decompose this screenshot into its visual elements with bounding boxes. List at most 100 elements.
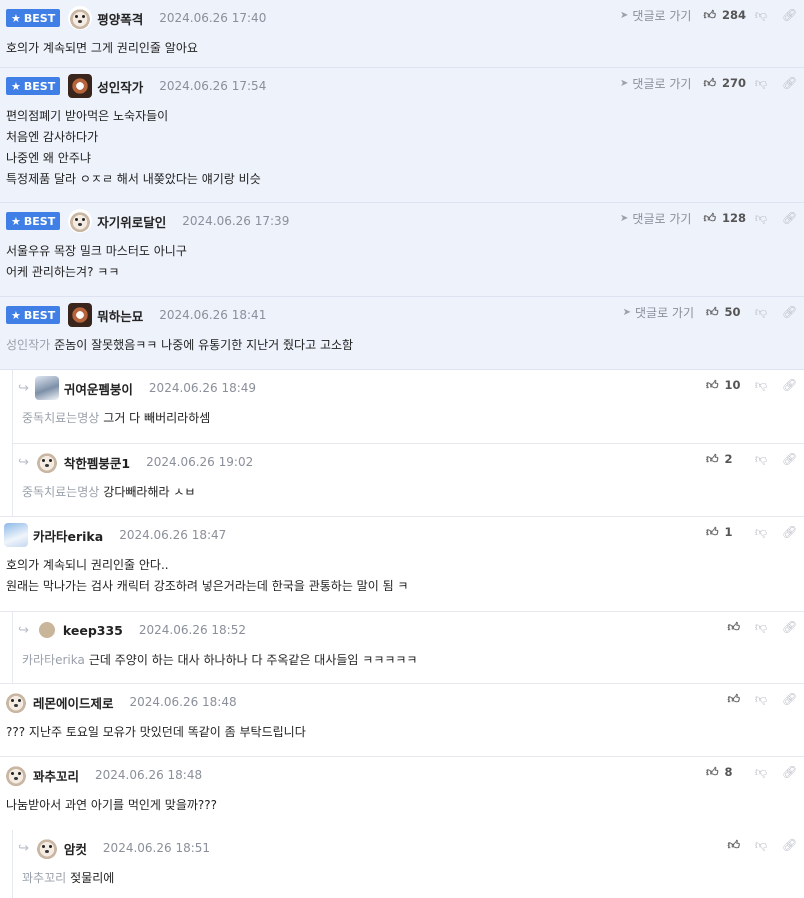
mention-link[interactable]: 중독치료는명상 — [22, 411, 99, 425]
comment-body: 호의가 계속되니 권리인줄 안다.. 원래는 막나가는 검사 캐릭터 강조하려 … — [6, 558, 409, 593]
nickname[interactable]: 꽈추꼬리 — [33, 766, 79, 785]
avatar[interactable] — [4, 690, 28, 714]
nickname[interactable]: 평양폭격 — [97, 9, 143, 28]
comment-body: 나눔받아서 과연 아기를 먹인게 맞을까??? — [6, 798, 218, 812]
share-link-icon[interactable]: 🔗︎ — [782, 620, 797, 634]
share-link-icon[interactable]: 🔗︎ — [782, 525, 797, 539]
mention-link[interactable]: 꽈추꼬리 — [22, 871, 66, 885]
like-button[interactable]: 👍︎ — [727, 620, 746, 635]
avatar[interactable] — [68, 74, 93, 98]
goto-comment-link[interactable]: ➤ 댓글로 가기 — [620, 210, 691, 227]
share-link-icon[interactable]: 🔗︎ — [782, 211, 797, 225]
comment-item: ★ BEST 성인작가 2024.06.26 17:54 ➤ 댓글로 가기 👍︎ 27… — [0, 68, 804, 203]
star-icon: ★ — [11, 308, 21, 322]
like-count: 50 — [724, 305, 741, 319]
thumbs-down-icon[interactable]: 👎︎ — [752, 76, 770, 91]
share-link-icon[interactable]: 🔗︎ — [782, 452, 797, 466]
star-icon: ★ — [11, 79, 21, 93]
like-button[interactable]: 👍︎ 10 — [706, 378, 746, 393]
like-button[interactable]: 👍︎ — [727, 692, 746, 707]
share-link-icon[interactable]: 🔗︎ — [782, 76, 797, 90]
comment-item: 레몬에이드제로 2024.06.26 18:48 👍︎ 👎︎ 🔗︎ ??? 지난… — [0, 684, 804, 757]
share-link-icon[interactable]: 🔗︎ — [782, 305, 797, 319]
comment-body: 성인작가 준놈이 잘못했음ㅋㅋ 나중에 유통기한 지난거 줬다고 고소함 — [6, 338, 354, 352]
thumbs-down-icon[interactable]: 👎︎ — [752, 765, 770, 780]
thumbs-down-icon[interactable]: 👎︎ — [752, 620, 770, 635]
best-badge: ★ BEST — [6, 306, 61, 324]
share-link-icon[interactable]: 🔗︎ — [782, 765, 797, 779]
like-button[interactable]: 👍︎ 8 — [706, 765, 746, 780]
comment-date: 2024.06.26 18:47 — [119, 528, 227, 542]
thumbs-up-icon: 👍︎ — [703, 7, 716, 22]
navigation-arrow-icon: ➤ — [620, 9, 629, 21]
like-count: 8 — [724, 765, 733, 779]
thumbs-down-icon[interactable]: 👎︎ — [752, 211, 770, 226]
comment-item: ★ BEST 자기위로달인 2024.06.26 17:39 ➤ 댓글로 가기 👍︎… — [0, 203, 804, 297]
avatar[interactable] — [34, 376, 59, 400]
comment-item: 꽈추꼬리 2024.06.26 18:48 👍︎ 8 👎︎ 🔗︎ 나눔받아서 과연… — [0, 757, 804, 830]
thumbs-up-icon: 👍︎ — [706, 524, 719, 539]
comment-date: 2024.06.26 17:54 — [159, 79, 267, 93]
thumbs-up-icon: 👍︎ — [703, 210, 716, 225]
avatar[interactable] — [4, 523, 28, 547]
nickname[interactable]: 착한펨붕쿤1 — [64, 453, 130, 472]
like-button[interactable]: 👍︎ 270 — [703, 76, 746, 91]
thumbs-down-icon[interactable]: 👎︎ — [752, 378, 770, 393]
like-count: 10 — [724, 378, 741, 392]
share-link-icon[interactable]: 🔗︎ — [782, 838, 797, 852]
thumbs-down-icon[interactable]: 👎︎ — [752, 305, 770, 320]
comment-date: 2024.06.26 18:52 — [138, 623, 246, 637]
like-button[interactable]: 👍︎ 1 — [706, 525, 746, 540]
like-button[interactable]: 👍︎ 50 — [706, 305, 746, 320]
avatar[interactable] — [34, 450, 59, 474]
comment-date: 2024.06.26 18:49 — [148, 381, 257, 395]
comment-body: 서울우유 목장 밀크 마스터도 아니구 어케 관리하는겨? ㅋㅋ — [6, 244, 187, 279]
nickname[interactable]: 뭐하는묘 — [97, 306, 143, 325]
avatar[interactable] — [38, 622, 55, 638]
share-link-icon[interactable]: 🔗︎ — [782, 8, 797, 22]
best-badge: ★ BEST — [6, 212, 61, 230]
thumbs-down-icon[interactable]: 👎︎ — [752, 8, 770, 23]
comment-date: 2024.06.26 18:48 — [95, 768, 203, 782]
navigation-arrow-icon: ➤ — [620, 77, 629, 89]
nickname[interactable]: 귀여운펨붕이 — [64, 379, 133, 398]
navigation-arrow-icon: ➤ — [620, 212, 629, 224]
nickname[interactable]: 레몬에이드제로 — [33, 693, 114, 712]
comment-body: 중독치료는명상 그거 다 빼버리라하셈 — [22, 411, 211, 425]
share-link-icon[interactable]: 🔗︎ — [782, 692, 797, 706]
thumbs-down-icon[interactable]: 👎︎ — [752, 525, 770, 540]
comment-body: 카라타erika 근데 주양이 하는 대사 하나하나 다 주옥같은 대사들임 ㅋㅋ… — [22, 653, 418, 667]
comment-date: 2024.06.26 17:40 — [159, 11, 267, 25]
thumbs-down-icon[interactable]: 👎︎ — [752, 692, 770, 707]
nickname[interactable]: 암컷 — [64, 839, 87, 858]
goto-comment-link[interactable]: ➤ 댓글로 가기 — [620, 7, 691, 24]
comment-item: 카라타erika 2024.06.26 18:47 👍︎ 1 👎︎ 🔗︎ 호의가 … — [0, 517, 804, 612]
best-badge: ★ BEST — [6, 9, 61, 27]
share-link-icon[interactable]: 🔗︎ — [782, 378, 797, 392]
comment-date: 2024.06.26 19:02 — [146, 455, 254, 469]
nickname[interactable]: keep335 — [63, 623, 123, 638]
mention-link[interactable]: 중독치료는명상 — [22, 485, 99, 499]
like-button[interactable]: 👍︎ 284 — [703, 8, 746, 23]
nickname[interactable]: 카라타erika — [33, 526, 103, 545]
thumbs-down-icon[interactable]: 👎︎ — [752, 452, 770, 467]
mention-link[interactable]: 카라타erika — [22, 653, 85, 667]
avatar[interactable] — [34, 836, 59, 860]
like-button[interactable]: 👍︎ 128 — [703, 211, 746, 226]
avatar[interactable] — [68, 209, 93, 233]
avatar[interactable] — [68, 6, 93, 30]
like-count: 1 — [724, 525, 733, 539]
mention-link[interactable]: 성인작가 — [6, 338, 50, 352]
like-button[interactable]: 👍︎ — [727, 838, 746, 853]
thumbs-up-icon: 👍︎ — [703, 75, 716, 90]
nickname[interactable]: 성인작가 — [97, 77, 143, 96]
like-count: 2 — [724, 452, 733, 466]
goto-comment-link[interactable]: ➤ 댓글로 가기 — [620, 75, 691, 92]
nickname[interactable]: 자기위로달인 — [97, 212, 166, 231]
avatar[interactable] — [68, 303, 93, 327]
goto-comment-link[interactable]: ➤ 댓글로 가기 — [623, 304, 694, 321]
thumbs-up-icon: 👍︎ — [727, 619, 740, 634]
avatar[interactable] — [4, 763, 28, 787]
like-button[interactable]: 👍︎ 2 — [706, 452, 746, 467]
thumbs-down-icon[interactable]: 👎︎ — [752, 838, 770, 853]
